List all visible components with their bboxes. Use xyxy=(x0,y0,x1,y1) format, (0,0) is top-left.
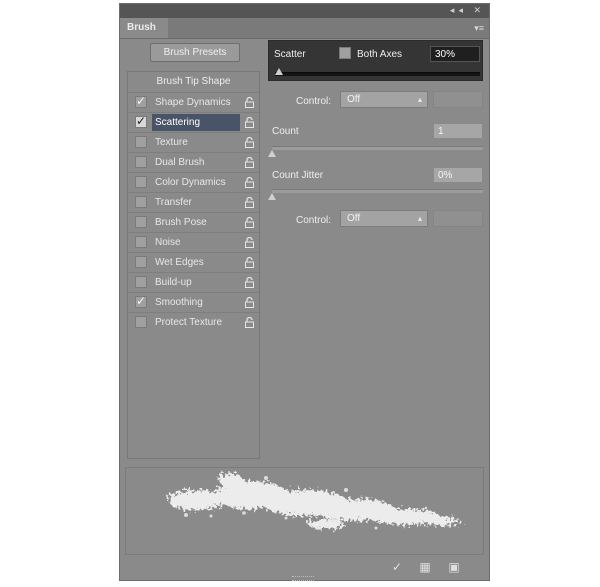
count-slider-thumb[interactable] xyxy=(268,150,276,157)
scatter-control-label: Control: xyxy=(296,96,332,107)
option-row-transfer[interactable]: Transfer xyxy=(128,192,259,212)
lock-icon[interactable] xyxy=(245,157,254,168)
brush-stroke-preview-image xyxy=(168,473,461,530)
panel-titlebar: ◂◂ ✕ xyxy=(120,4,489,18)
tab-brush[interactable]: Brush xyxy=(120,18,168,38)
jitter-control-extra-field xyxy=(433,210,483,227)
tab-row: Brush ▾≡ xyxy=(120,18,489,39)
option-row-dual-brush[interactable]: Dual Brush xyxy=(128,152,259,172)
resize-grip[interactable] xyxy=(292,576,314,581)
scatter-control-select[interactable]: Off ▴ xyxy=(340,91,428,108)
jitter-control-value: Off xyxy=(347,213,361,224)
option-row-wet-edges[interactable]: Wet Edges xyxy=(128,252,259,272)
option-row-noise[interactable]: Noise xyxy=(128,232,259,252)
scatter-slider-thumb[interactable] xyxy=(275,68,283,75)
option-label[interactable]: Brush Pose xyxy=(152,214,240,231)
count-jitter-slider-thumb[interactable] xyxy=(268,193,276,200)
option-row-smoothing[interactable]: Smoothing xyxy=(128,292,259,312)
jitter-control-select[interactable]: Off ▴ xyxy=(340,210,428,227)
option-checkbox[interactable] xyxy=(135,294,147,308)
option-row-shape-dynamics[interactable]: Shape Dynamics xyxy=(128,92,259,112)
lock-icon[interactable] xyxy=(245,197,254,208)
lock-icon[interactable] xyxy=(245,277,254,288)
option-label[interactable]: Shape Dynamics xyxy=(152,94,240,111)
panel-footer: ✓ ▦ ▣ xyxy=(120,557,489,577)
option-checkbox[interactable] xyxy=(135,256,147,268)
option-row-texture[interactable]: Texture xyxy=(128,132,259,152)
select-arrows-icon: ▴ xyxy=(417,95,422,104)
option-label[interactable]: Smoothing xyxy=(152,294,240,311)
count-jitter-slider-track[interactable] xyxy=(272,189,483,193)
lock-icon[interactable] xyxy=(245,177,254,188)
option-checkbox[interactable] xyxy=(135,136,147,148)
option-row-brush-pose[interactable]: Brush Pose xyxy=(128,212,259,232)
brush-settings-list: Brush Tip Shape Shape Dynamics Scattering… xyxy=(127,71,260,459)
option-checkbox[interactable] xyxy=(135,114,147,128)
brush-panel: ◂◂ ✕ Brush ▾≡ Brush Presets Brush Tip Sh… xyxy=(119,3,490,581)
option-checkbox[interactable] xyxy=(135,94,147,108)
option-checkbox[interactable] xyxy=(135,216,147,228)
option-checkbox[interactable] xyxy=(135,176,147,188)
jitter-control-label: Control: xyxy=(296,215,332,226)
panel-menu-icon[interactable]: ▾≡ xyxy=(474,23,484,34)
both-axes-checkbox[interactable] xyxy=(339,47,351,59)
option-label[interactable]: Build-up xyxy=(152,274,240,291)
scatter-slider-track[interactable] xyxy=(275,72,480,76)
brush-presets-button[interactable]: Brush Presets xyxy=(150,43,240,62)
scatter-control-group: Scatter Both Axes 30% xyxy=(268,40,483,81)
scatter-control-extra-field xyxy=(433,91,483,108)
option-row-scattering[interactable]: Scattering xyxy=(128,112,259,132)
lock-icon[interactable] xyxy=(245,257,254,268)
brush-stroke-preview xyxy=(125,467,484,555)
lock-icon[interactable] xyxy=(245,97,254,108)
count-label: Count xyxy=(272,126,299,137)
option-row-protect-texture[interactable]: Protect Texture xyxy=(128,312,259,332)
lock-icon[interactable] xyxy=(245,217,254,228)
new-brush-icon[interactable]: ▣ xyxy=(447,560,461,574)
option-label[interactable]: Dual Brush xyxy=(152,154,240,171)
count-slider-track[interactable] xyxy=(272,146,483,150)
option-checkbox[interactable] xyxy=(135,156,147,168)
option-label[interactable]: Noise xyxy=(152,234,240,251)
option-label[interactable]: Transfer xyxy=(152,194,240,211)
option-label[interactable]: Color Dynamics xyxy=(152,174,240,191)
brush-grid-icon[interactable]: ▦ xyxy=(418,560,432,574)
scatter-control-value: Off xyxy=(347,94,361,105)
lock-icon[interactable] xyxy=(245,137,254,148)
option-label[interactable]: Protect Texture xyxy=(152,314,240,331)
lock-icon[interactable] xyxy=(245,237,254,248)
scatter-label: Scatter xyxy=(274,49,306,60)
count-jitter-value-field[interactable]: 0% xyxy=(433,167,483,183)
count-jitter-label: Count Jitter xyxy=(272,170,324,181)
option-label[interactable]: Texture xyxy=(152,134,240,151)
lock-icon[interactable] xyxy=(245,117,254,128)
option-checkbox[interactable] xyxy=(135,276,147,288)
both-axes-label: Both Axes xyxy=(357,49,403,60)
option-checkbox[interactable] xyxy=(135,316,147,328)
option-row-color-dynamics[interactable]: Color Dynamics xyxy=(128,172,259,192)
collapse-close-icons[interactable]: ◂◂ ✕ xyxy=(450,5,485,16)
count-value-field[interactable]: 1 xyxy=(433,123,483,139)
option-row-build-up[interactable]: Build-up xyxy=(128,272,259,292)
select-arrows-icon: ▴ xyxy=(417,214,422,223)
toggle-live-tip-icon[interactable]: ✓ xyxy=(390,560,404,574)
option-label[interactable]: Wet Edges xyxy=(152,254,240,271)
scatter-value-field[interactable]: 30% xyxy=(430,46,480,62)
option-checkbox[interactable] xyxy=(135,236,147,248)
brush-tip-shape-item[interactable]: Brush Tip Shape xyxy=(128,74,259,90)
option-label[interactable]: Scattering xyxy=(152,114,240,131)
lock-icon[interactable] xyxy=(245,317,254,328)
option-checkbox[interactable] xyxy=(135,196,147,208)
lock-icon[interactable] xyxy=(245,297,254,308)
